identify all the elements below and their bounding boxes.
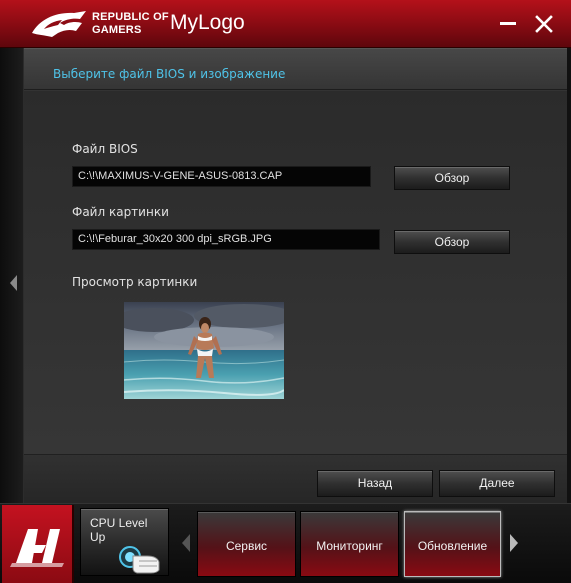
cpu-level-up-label: CPU Level Up <box>90 516 148 544</box>
image-preview <box>124 302 284 399</box>
rog-eye-logo-icon <box>32 11 86 37</box>
left-rail <box>0 48 24 503</box>
preview-label: Просмотр картинки <box>72 275 198 289</box>
nav-monitoring-label: Мониторинг <box>316 539 383 553</box>
cpu-level-up-tile[interactable]: CPU Level Up <box>80 508 169 576</box>
panel-footer: Назад Далее <box>24 454 567 503</box>
brand-name: REPUBLIC OF GAMERS <box>92 11 169 37</box>
minimize-button[interactable] <box>495 11 521 37</box>
minimize-icon <box>500 22 516 25</box>
image-browse-button[interactable]: Обзор <box>394 230 510 254</box>
nav-update-tile[interactable]: Обновление <box>404 511 501 577</box>
close-button[interactable] <box>531 11 557 37</box>
chevron-left-icon[interactable] <box>181 533 191 553</box>
panel-header: Выберите файл BIOS и изображение <box>24 48 567 90</box>
app-title: MyLogo <box>170 11 245 34</box>
close-icon <box>535 15 553 33</box>
nav-update-label: Обновление <box>417 539 488 553</box>
bottom-bar: CPU Level Up Сервис Мониторинг Обновлени… <box>0 503 571 583</box>
nav-service-tile[interactable]: Сервис <box>197 511 296 577</box>
bios-path-field[interactable]: C:\!\MAXIMUS-V-GENE-ASUS-0813.CAP <box>72 166 371 187</box>
ai-suite-button[interactable] <box>2 505 74 583</box>
bios-file-label: Файл BIOS <box>72 142 138 156</box>
bios-browse-button[interactable]: Обзор <box>394 166 510 190</box>
ai-suite-logo-icon <box>10 529 64 567</box>
back-button[interactable]: Назад <box>317 470 433 497</box>
hand-pointer-icon <box>119 546 160 574</box>
panel-body: Файл BIOS C:\!\MAXIMUS-V-GENE-ASUS-0813.… <box>24 91 567 454</box>
brand-line-1: REPUBLIC OF <box>92 11 169 23</box>
nav-service-label: Сервис <box>225 539 268 553</box>
image-path-field[interactable]: C:\!\Feburar_30x20 300 dpi_sRGB.JPG <box>72 229 380 250</box>
next-button[interactable]: Далее <box>439 470 555 497</box>
chevron-right-icon[interactable] <box>509 533 519 553</box>
main-panel: Выберите файл BIOS и изображение Файл BI… <box>24 48 567 503</box>
nav-monitoring-tile[interactable]: Мониторинг <box>300 511 399 577</box>
right-edge <box>567 48 571 503</box>
chevron-left-icon[interactable] <box>9 274 18 292</box>
brand-line-2: GAMERS <box>92 24 142 36</box>
title-bar: REPUBLIC OF GAMERS MyLogo <box>0 0 571 48</box>
step-title: Выберите файл BIOS и изображение <box>53 67 286 81</box>
image-file-label: Файл картинки <box>72 205 169 219</box>
